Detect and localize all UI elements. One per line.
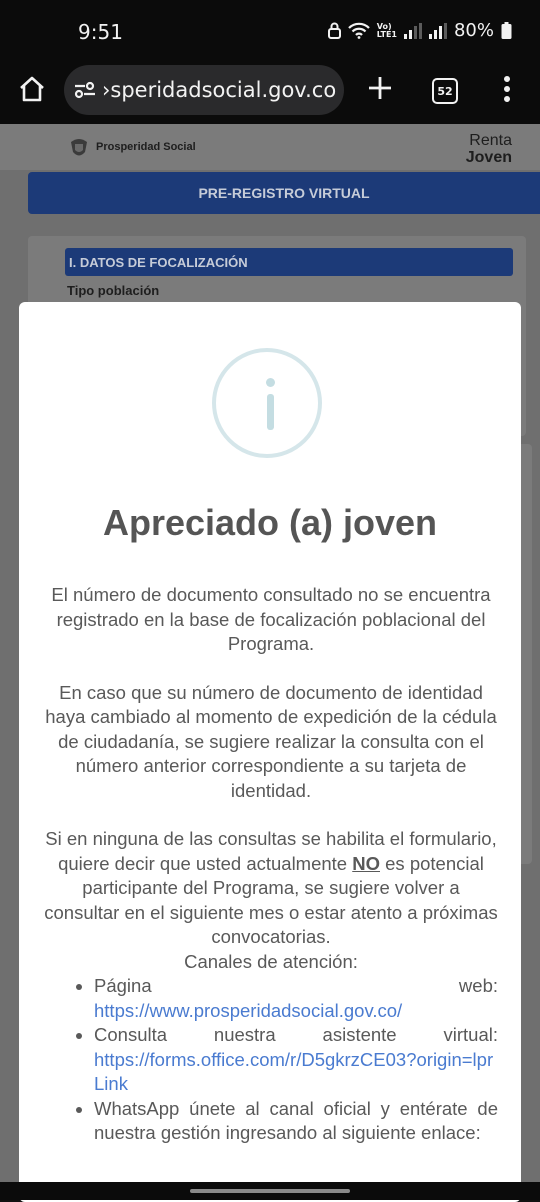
channel-assistant-text: Consulta nuestra asistente virtual:: [94, 1024, 498, 1045]
para3-no: NO: [352, 852, 380, 874]
channel-assistant-link[interactable]: https://forms.office.com/r/D5gkrzCE03?or…: [94, 1048, 498, 1097]
site-logo-text: Prosperidad Social: [96, 141, 196, 153]
channel-whatsapp-text: WhatsApp únete al canal oficial y entéra…: [94, 1097, 498, 1144]
site-header: Prosperidad Social Renta Joven: [0, 124, 540, 170]
pre-registro-banner: PRE-REGISTRO VIRTUAL: [28, 172, 540, 214]
address-bar[interactable]: ›speridadsocial.gov.co: [64, 65, 344, 115]
info-icon-bar: [267, 394, 274, 430]
renta-joven-logo: Renta Joven: [466, 132, 512, 166]
status-bar: 9:51 Vo) LTE1 80%: [0, 0, 540, 62]
info-icon: [212, 348, 322, 458]
modal-body: El número de documento consultado no se …: [44, 583, 498, 1146]
volte-label: Vo) LTE1: [376, 21, 397, 39]
browser-toolbar: ›speridadsocial.gov.co 52: [0, 62, 540, 124]
channel-item-web: Página web: https://www.prosperidadsocial…: [94, 974, 498, 1023]
new-tab-icon[interactable]: [367, 75, 393, 101]
status-icons: Vo) LTE1 80%: [327, 20, 512, 41]
field-label-tipo-poblacion: Tipo población: [67, 283, 160, 298]
modal-title: Apreciado (a) joven: [102, 502, 438, 543]
lock-icon: [327, 22, 341, 39]
brand-line-2: Joven: [465, 149, 512, 166]
channels-title: Canales de atención:: [184, 950, 358, 972]
channels-list: Página web: https://www.prosperidadsocial…: [44, 974, 498, 1146]
home-icon[interactable]: [18, 75, 46, 103]
tab-count: 52: [437, 84, 453, 98]
status-time: 9:51: [78, 20, 123, 44]
modal-paragraph-1: El número de documento consultado no se …: [51, 584, 491, 654]
channel-item-assistant: Consulta nuestra asistente virtual: https…: [94, 1023, 498, 1097]
gesture-handle[interactable]: [190, 1189, 350, 1193]
more-icon[interactable]: [503, 75, 511, 103]
url-text[interactable]: ›speridadsocial.gov.co: [102, 78, 336, 102]
signal-2-icon: [428, 22, 447, 39]
tabs-button[interactable]: 52: [432, 78, 458, 104]
channel-web-text: Página web:: [94, 975, 498, 996]
battery-icon: [501, 22, 512, 39]
info-icon-dot: [266, 378, 275, 387]
channel-web-link[interactable]: https://www.prosperidadsocial.gov.co/: [94, 999, 498, 1024]
coat-of-arms-icon: [71, 139, 87, 156]
site-settings-icon[interactable]: [74, 80, 96, 100]
signal-1-icon: [403, 22, 422, 39]
battery-percent: 80%: [453, 20, 494, 41]
modal-paragraph-3: Si en ninguna de las consultas se habili…: [44, 827, 498, 950]
section-title: I. DATOS DE FOCALIZACIÓN: [65, 248, 513, 276]
wifi-icon: [347, 22, 370, 39]
channel-item-whatsapp: WhatsApp únete al canal oficial y entéra…: [94, 1097, 498, 1146]
system-nav-bar: [0, 1182, 540, 1200]
brand-line-1: Renta: [469, 132, 512, 149]
modal-paragraph-2: En caso que su número de documento de id…: [45, 681, 497, 801]
